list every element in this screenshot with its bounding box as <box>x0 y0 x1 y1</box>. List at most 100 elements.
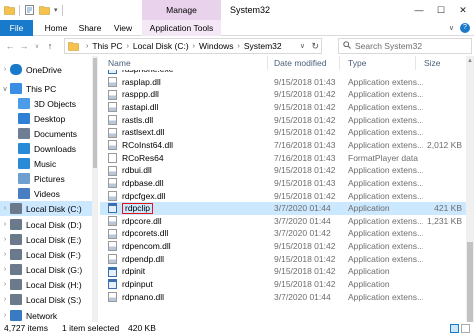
desktop-icon <box>18 113 30 124</box>
tab-home[interactable]: Home <box>38 20 74 36</box>
file-row[interactable]: rasppp.dll 9/15/2018 01:42 Application ext… <box>100 88 466 101</box>
details-view-button[interactable] <box>450 324 459 333</box>
file-size <box>418 265 462 278</box>
file-name-cell: rdpendp.dll <box>108 253 268 266</box>
file-row[interactable]: rdpcore.dll 3/7/2020 01:44 Application ext… <box>100 215 466 228</box>
column-header-name[interactable]: Name <box>100 56 268 70</box>
file-row[interactable]: rdpencom.dll 9/15/2018 01:42 Application e… <box>100 240 466 253</box>
expand-chevron-icon[interactable]: › <box>0 66 10 73</box>
expand-chevron-icon[interactable]: › <box>0 312 10 319</box>
file-row[interactable]: rdpnano.dll 3/7/2020 01:44 Application ext… <box>100 291 466 304</box>
expand-chevron-icon[interactable]: › <box>0 221 10 228</box>
sidebar-item-3d-objects[interactable]: 3D Objects <box>0 96 92 111</box>
file-name: rastlsext.dll <box>122 127 165 138</box>
new-folder-icon[interactable] <box>39 5 50 15</box>
file-row[interactable]: rdpcfgex.dll 9/15/2018 01:42 Application e… <box>100 190 466 203</box>
sidebar-item-local-disk-s[interactable]: › Local Disk (S:) <box>0 292 92 307</box>
column-header-size[interactable]: Size <box>416 56 466 70</box>
up-arrow-icon[interactable]: ↑ <box>44 39 56 53</box>
file-list-scrollbar[interactable]: ▲ <box>466 56 474 322</box>
file-name-cell: rastls.dll <box>108 114 268 127</box>
file-row[interactable]: rastls.dll 9/15/2018 01:42 Application ext… <box>100 114 466 127</box>
chevron-down-icon[interactable]: ∨ <box>449 24 454 32</box>
qat-customize-icon[interactable]: ▾ <box>54 6 58 14</box>
sidebar-item-local-disk-e[interactable]: › Local Disk (E:) <box>0 232 92 247</box>
expand-chevron-icon[interactable]: › <box>0 266 10 273</box>
sidebar-item-local-disk-d[interactable]: › Local Disk (D:) <box>0 217 92 232</box>
file-row[interactable]: rdbui.dll 9/15/2018 01:42 Application exte… <box>100 164 466 177</box>
sidebar-item-videos[interactable]: Videos <box>0 186 92 201</box>
tab-file[interactable]: File <box>0 20 33 36</box>
sidebar-item-music[interactable]: Music <box>0 156 92 171</box>
dll-icon <box>108 76 117 87</box>
breadcrumb-this-pc[interactable]: This PC <box>92 41 122 51</box>
file-row[interactable]: rastlsext.dll 9/15/2018 01:42 Application … <box>100 126 466 139</box>
expand-chevron-icon[interactable]: › <box>0 281 10 288</box>
file-name: rdpcore.dll <box>122 215 162 226</box>
sidebar-item-pictures[interactable]: Pictures <box>0 171 92 186</box>
file-row[interactable]: RCoRes64 7/16/2018 01:43 FormatPlayer data <box>100 152 466 165</box>
quick-access-toolbar: ▾ <box>4 3 63 17</box>
address-bar[interactable]: › This PC › Local Disk (C:) › Windows › … <box>64 38 322 54</box>
file-type: Application extens... <box>348 101 423 112</box>
sidebar-item-label: Local Disk (C:) <box>26 203 82 214</box>
search-input[interactable]: Search System32 <box>338 38 472 54</box>
help-icon[interactable]: ? <box>460 23 470 33</box>
expand-chevron-icon[interactable]: ∨ <box>0 85 10 93</box>
maximize-button[interactable]: ☐ <box>430 0 452 20</box>
scrollbar-thumb[interactable] <box>467 242 473 322</box>
file-type: Application <box>348 279 390 290</box>
file-name-cell: rdpencom.dll <box>108 240 268 253</box>
expand-chevron-icon[interactable]: › <box>0 251 10 258</box>
sidebar-item-local-disk-c[interactable]: › Local Disk (C:) <box>0 201 92 216</box>
properties-icon[interactable] <box>24 5 35 15</box>
tab-share[interactable]: Share <box>74 20 106 36</box>
file-row[interactable]: RCoInst64.dll 7/16/2018 01:43 Application … <box>100 139 466 152</box>
dll-icon <box>108 140 117 151</box>
sidebar-item-onedrive[interactable]: › OneDrive <box>0 62 92 77</box>
status-item-count: 4,727 items <box>4 323 48 333</box>
file-row[interactable]: rdpbase.dll 9/15/2018 01:43 Application ex… <box>100 177 466 190</box>
ribbon-right-controls: ∨ ? <box>449 21 470 35</box>
sidebar-item-desktop[interactable]: Desktop <box>0 111 92 126</box>
file-row[interactable]: rdpcorets.dll 3/7/2020 01:42 Application e… <box>100 227 466 240</box>
folder-icon <box>4 6 15 15</box>
refresh-icon[interactable]: ↻ <box>311 41 319 52</box>
tab-application-tools[interactable]: Application Tools <box>142 20 221 36</box>
column-header-type[interactable]: Type <box>340 56 416 70</box>
sidebar-item-this-pc[interactable]: ∨ This PC <box>0 81 92 96</box>
expand-chevron-icon[interactable]: › <box>0 236 10 243</box>
scroll-up-icon[interactable]: ▲ <box>467 58 473 64</box>
file-row[interactable]: rdpinit 9/15/2018 01:42 Application <box>100 265 466 278</box>
navigation-scrollbar[interactable] <box>92 56 98 322</box>
file-row[interactable]: rdpclip 3/7/2020 01:44 Application 421 KB <box>100 202 466 215</box>
back-arrow-icon[interactable]: ← <box>4 39 16 53</box>
recent-locations-icon[interactable]: ∨ <box>31 39 43 53</box>
sidebar-item-network[interactable]: › Network <box>0 308 92 323</box>
sidebar-item-local-disk-f[interactable]: › Local Disk (F:) <box>0 247 92 262</box>
file-row[interactable]: rastapi.dll 9/15/2018 01:42 Application ex… <box>100 101 466 114</box>
expand-chevron-icon[interactable]: › <box>0 205 10 212</box>
minimize-button[interactable]: — <box>408 0 430 20</box>
file-type: Application extens... <box>348 76 423 87</box>
drive-icon <box>10 234 22 245</box>
close-button[interactable]: ✕ <box>452 0 474 20</box>
file-row[interactable]: rasplap.dll 9/15/2018 01:43 Application ex… <box>100 76 466 89</box>
manage-tab[interactable]: Manage <box>142 0 221 20</box>
file-row[interactable]: rdpinput 9/15/2018 01:42 Application <box>100 278 466 291</box>
expand-chevron-icon[interactable]: › <box>0 296 10 303</box>
breadcrumb-system32[interactable]: System32 <box>244 41 282 51</box>
sidebar-item-local-disk-g[interactable]: › Local Disk (G:) <box>0 262 92 277</box>
address-dropdown-icon[interactable]: ∨ <box>300 42 305 50</box>
large-icons-view-button[interactable] <box>461 324 470 333</box>
breadcrumb-local-disk-c[interactable]: Local Disk (C:) <box>133 41 189 51</box>
file-row[interactable]: rdpendp.dll 9/15/2018 01:42 Application ex… <box>100 253 466 266</box>
column-header-date[interactable]: Date modified <box>266 56 340 70</box>
forward-arrow-icon[interactable]: → <box>18 39 30 53</box>
sidebar-item-documents[interactable]: Documents <box>0 126 92 141</box>
sidebar-item-downloads[interactable]: Downloads <box>0 141 92 156</box>
tab-view[interactable]: View <box>108 20 138 36</box>
breadcrumb-windows[interactable]: Windows <box>199 41 233 51</box>
sidebar-item-local-disk-h[interactable]: › Local Disk (H:) <box>0 277 92 292</box>
scrollbar-thumb[interactable] <box>93 58 97 168</box>
